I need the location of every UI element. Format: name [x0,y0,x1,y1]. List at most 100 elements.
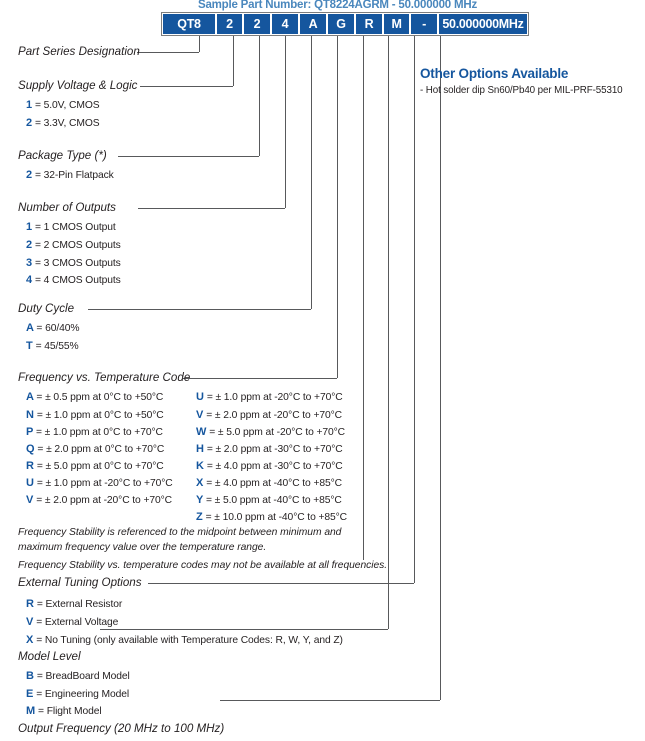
option-code: M [26,705,39,717]
option-frequency-vs-temperature-code-right-X: X = ± 4.0 ppm at -40°C to +85°C [196,477,342,489]
option-code: P [26,426,36,438]
option-code: 1 [26,221,35,233]
option-frequency-vs-temperature-code-right-Z: Z = ± 10.0 ppm at -40°C to +85°C [196,511,347,523]
leader-vertical-6 [414,36,415,583]
option-code: W [196,426,210,438]
option-code: K [196,460,207,472]
part-number-segment-1[interactable]: 2 [217,14,242,34]
section-title-output-frequency: Output Frequency (20 MHz to 100 MHz) [18,722,225,735]
leader-vertical-1 [233,36,234,86]
option-code: 2 [26,169,35,181]
option-frequency-vs-temperature-code-U: U = ± 1.0 ppm at -20°C to +70°C [26,477,173,489]
option-package-type-2: 2 = 32-Pin Flatpack [26,169,114,181]
leader-vertical-5 [337,36,338,378]
option-frequency-vs-temperature-code-right-V: V = ± 2.0 ppm at -20°C to +70°C [196,409,342,421]
option-frequency-vs-temperature-code-Q: Q = ± 2.0 ppm at 0°C to +70°C [26,443,165,455]
part-number-segment-2[interactable]: 2 [244,14,270,34]
option-code: E [26,688,37,700]
option-code: 4 [26,274,35,286]
option-duty-cycle-A: A = 60/40% [26,322,80,334]
option-code: 2 [26,117,35,129]
option-code: B [26,670,37,682]
leader-vertical-spare [363,36,364,560]
option-frequency-vs-temperature-code-P: P = ± 1.0 ppm at 0°C to +70°C [26,426,163,438]
part-number-segment-7[interactable]: M [384,14,409,34]
leader-vertical-2 [259,36,260,156]
option-number-of-outputs-4: 4 = 4 CMOS Outputs [26,274,121,286]
section-title-frequency-vs-temperature-code: Frequency vs. Temperature Code [18,371,191,384]
leader-horizontal-8 [220,700,440,701]
option-code: V [26,494,37,506]
other-options-title: Other Options Available [420,66,569,81]
option-code: U [26,477,37,489]
part-number-segment-4[interactable]: A [300,14,326,34]
leader-vertical-3 [285,36,286,208]
leader-vertical-0 [199,36,200,52]
option-code: Z [196,511,206,523]
part-number-segment-5[interactable]: G [328,14,354,34]
option-code: A [26,391,37,403]
section-title-number-of-outputs: Number of Outputs [18,201,116,214]
option-code: R [26,460,37,472]
part-number-segment-8[interactable]: - [411,14,437,34]
option-frequency-vs-temperature-code-N: N = ± 1.0 ppm at 0°C to +50°C [26,409,164,421]
option-number-of-outputs-3: 3 = 3 CMOS Outputs [26,257,121,269]
option-code: X [26,634,37,646]
section-title-supply-voltage-and-logic: Supply Voltage & Logic [18,79,138,92]
leader-vertical-4 [311,36,312,309]
other-options-item: - Hot solder dip Sn60/Pb40 per MIL-PRF-5… [420,85,623,96]
leader-horizontal-4 [88,309,311,310]
option-code: T [26,340,36,352]
option-code: U [196,391,207,403]
option-code: V [196,409,207,421]
option-code: X [196,477,207,489]
option-code: H [196,443,207,455]
section-title-model-level: Model Level [18,650,81,663]
option-frequency-vs-temperature-code-right-W: W = ± 5.0 ppm at -20°C to +70°C [196,426,346,438]
option-code: 2 [26,239,35,251]
option-frequency-vs-temperature-code-right-U: U = ± 1.0 ppm at -20°C to +70°C [196,391,343,403]
section-title-duty-cycle: Duty Cycle [18,302,75,315]
option-frequency-vs-temperature-code-right-K: K = ± 4.0 ppm at -30°C to +70°C [196,460,343,472]
section-title-package-type: Package Type (*) [18,149,107,162]
option-code: Y [196,494,206,506]
leader-horizontal-6 [148,583,414,584]
option-supply-voltage-and-logic-1: 1 = 5.0V, CMOS [26,99,100,111]
option-frequency-vs-temperature-code-right-H: H = ± 2.0 ppm at -30°C to +70°C [196,443,343,455]
option-code: N [26,409,37,421]
option-code: Q [26,443,38,455]
leader-vertical-8 [440,36,441,700]
option-code: V [26,616,37,628]
option-external-tuning-options-R: R = External Resistor [26,598,123,610]
option-duty-cycle-T: T = 45/55% [26,340,79,352]
section-title-external-tuning-options: External Tuning Options [18,576,142,589]
part-number-segment-6[interactable]: R [356,14,382,34]
option-frequency-vs-temperature-code-A: A = ± 0.5 ppm at 0°C to +50°C [26,391,164,403]
option-model-level-M: M = Flight Model [26,705,102,717]
leader-horizontal-5 [183,378,337,379]
footnote-2: Frequency Stability vs. temperature code… [18,560,388,571]
leader-horizontal-2 [118,156,259,157]
option-frequency-vs-temperature-code-V: V = ± 2.0 ppm at -20°C to +70°C [26,494,172,506]
option-code: 3 [26,257,35,269]
option-number-of-outputs-2: 2 = 2 CMOS Outputs [26,239,121,251]
part-number-segment-0[interactable]: QT8 [163,14,215,34]
option-number-of-outputs-1: 1 = 1 CMOS Output [26,221,116,233]
footnote-0: Frequency Stability is referenced to the… [18,527,342,538]
leader-horizontal-7 [100,629,388,630]
option-code: A [26,322,37,334]
leader-horizontal-1 [140,86,233,87]
leader-horizontal-0 [137,52,199,53]
part-number-segment-3[interactable]: 4 [272,14,298,34]
part-number-segment-9[interactable]: 50.000000MHz [439,14,527,34]
option-supply-voltage-and-logic-2: 2 = 3.3V, CMOS [26,117,100,129]
section-title-part-series-designation: Part Series Designation [18,45,140,58]
option-external-tuning-options-X: X = No Tuning (only available with Tempe… [26,634,343,646]
option-frequency-vs-temperature-code-right-Y: Y = ± 5.0 ppm at -40°C to +85°C [196,494,342,506]
leader-horizontal-3 [138,208,285,209]
leader-vertical-7 [388,36,389,629]
option-model-level-E: E = Engineering Model [26,688,130,700]
sample-part-number-title: Sample Part Number: QT8224AGRM - 50.0000… [197,0,478,11]
option-frequency-vs-temperature-code-R: R = ± 5.0 ppm at 0°C to +70°C [26,460,164,472]
option-code: R [26,598,37,610]
